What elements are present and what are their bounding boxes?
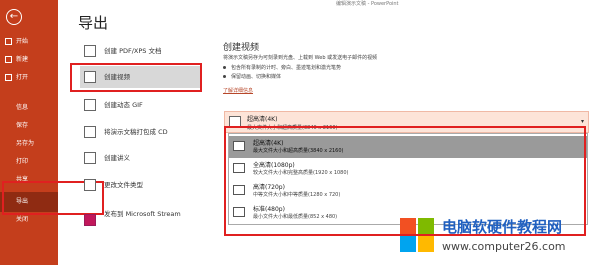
bullet-text: 包含所有录制的计时、旁白、墨迹笔划和激光笔势: [231, 65, 342, 71]
option-change-file-type[interactable]: 更改文件类型: [80, 174, 202, 196]
page-title: 导出: [78, 14, 109, 32]
sidebar-item-info[interactable]: 信息: [0, 100, 58, 116]
option-label: 创建 PDF/XPS 文档: [104, 47, 162, 55]
back-arrow-icon[interactable]: ←: [6, 9, 22, 25]
learn-more-link[interactable]: 了解详细信息: [223, 87, 253, 94]
sidebar-item-save[interactable]: 保存: [0, 118, 58, 134]
section-description: 将演示文稿另存为可刻录到光盘、上载到 Web 或发送电子邮件的视频: [223, 55, 378, 61]
sidebar-item-home[interactable]: 开始: [0, 34, 58, 50]
cd-icon: [84, 126, 96, 138]
sidebar-item-label: 信息: [16, 104, 29, 111]
quality-select-name: 超高清(4K): [247, 116, 278, 123]
gif-icon: [84, 99, 96, 111]
bullet-item: 包含所有录制的计时、旁白、墨迹笔划和激光笔势: [223, 64, 341, 71]
option-label: 创建动态 GIF: [104, 101, 143, 109]
sidebar-item-label: 新建: [16, 56, 29, 63]
windows-logo-watermark: [400, 218, 436, 254]
open-folder-icon: [5, 74, 12, 81]
sidebar-item-label: 打印: [16, 158, 29, 165]
backstage-sidebar: ← 开始 新建 打开 信息 保存 另存为 打印 共享 导出 关闭: [0, 0, 58, 265]
bullet-item: 保留动画、切换和媒体: [223, 73, 281, 80]
sidebar-item-label: 打开: [16, 74, 29, 81]
watermark-title: 电脑软硬件教程网: [442, 218, 563, 236]
sidebar-item-label: 另存为: [16, 140, 35, 147]
sidebar-item-label: 保存: [16, 122, 29, 129]
option-create-gif[interactable]: 创建动态 GIF: [80, 94, 202, 116]
sidebar-item-print[interactable]: 打印: [0, 154, 58, 170]
video-option-highlight-box: [70, 63, 202, 92]
pdf-icon: [84, 45, 96, 57]
home-icon: [5, 38, 12, 45]
chevron-down-icon: ▾: [580, 118, 584, 125]
section-title: 创建视频: [223, 43, 260, 53]
handout-icon: [84, 152, 96, 164]
option-publish-stream[interactable]: 发布到 Microsoft Stream: [80, 205, 202, 235]
sidebar-item-label: 关闭: [16, 216, 29, 223]
new-icon: [5, 56, 12, 63]
option-label: 发布到 Microsoft Stream: [104, 210, 181, 218]
option-create-handout[interactable]: 创建讲义: [80, 147, 202, 169]
sidebar-item-save-as[interactable]: 另存为: [0, 136, 58, 152]
option-label: 将演示文稿打包成 CD: [104, 128, 168, 136]
file-type-icon: [84, 179, 96, 191]
bullet-text: 保留动画、切换和媒体: [231, 74, 282, 80]
sidebar-item-new[interactable]: 新建: [0, 52, 58, 68]
option-label: 更改文件类型: [104, 181, 143, 189]
sidebar-item-open[interactable]: 打开: [0, 70, 58, 86]
option-create-pdf[interactable]: 创建 PDF/XPS 文档: [80, 40, 202, 62]
option-label: 创建讲义: [104, 154, 130, 162]
sidebar-item-label: 开始: [16, 38, 29, 45]
option-package-cd[interactable]: 将演示文稿打包成 CD: [80, 121, 202, 143]
watermark-url: www.computer26.com: [442, 240, 566, 253]
stream-icon: [84, 214, 96, 226]
